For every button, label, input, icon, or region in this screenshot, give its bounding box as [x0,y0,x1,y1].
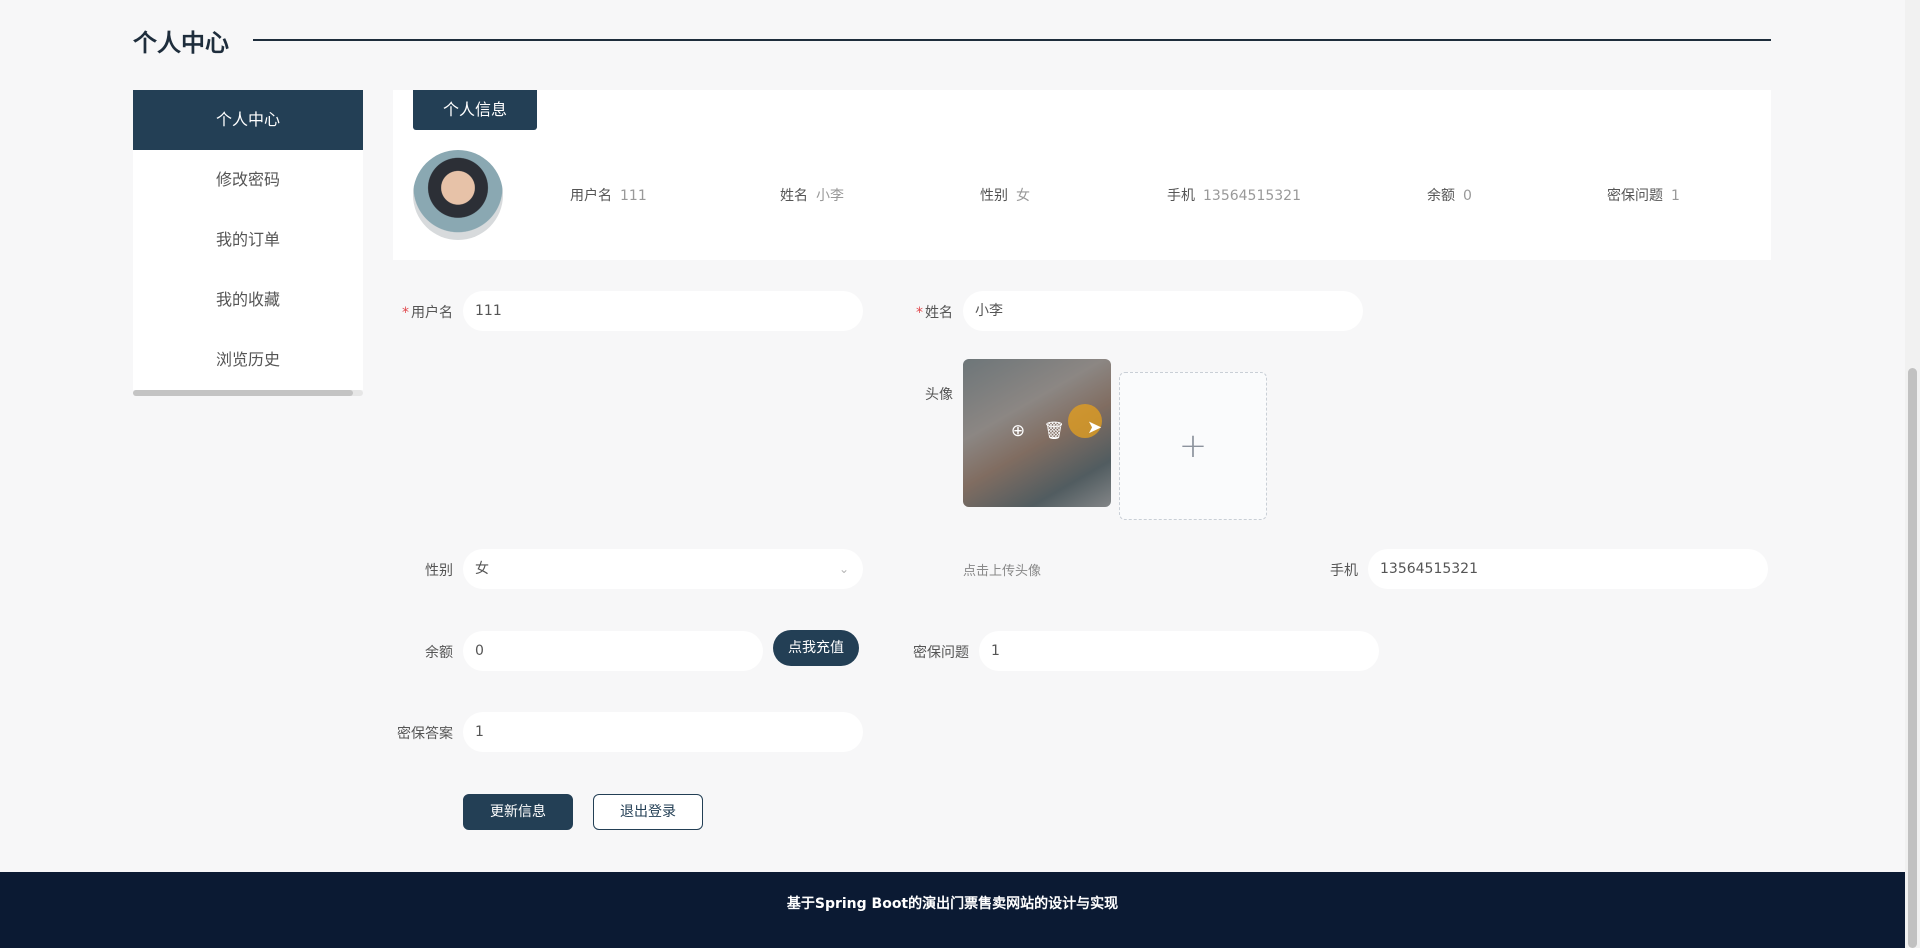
sidebar-item-my-orders[interactable]: 我的订单 [133,210,363,270]
zoom-in-icon[interactable]: ⊕ [1007,420,1029,442]
page-scrollbar-thumb[interactable] [1908,368,1917,948]
security-question-label: 密保问题 [913,645,969,661]
gender-select-value: 女 [475,561,489,577]
info-card-tab[interactable]: 个人信息 [413,90,537,130]
sidebar-item-change-password[interactable]: 修改密码 [133,150,363,210]
page-scrollbar[interactable] [1905,0,1920,948]
logout-button[interactable]: 退出登录 [593,794,703,830]
username-label: * 用户名 [395,302,453,322]
footer-text: 基于Spring Boot的演出门票售卖网站的设计与实现 [786,896,1119,912]
balance-input[interactable] [463,631,763,671]
name-input[interactable] [963,291,1363,331]
sidebar: 个人中心 修改密码 我的订单 我的收藏 浏览历史 [133,90,363,396]
info-value: 女 [1016,188,1030,204]
info-username: 用户名 111 [570,185,647,205]
sidebar-item-browse-history[interactable]: 浏览历史 [133,330,363,390]
plus-icon: + [1178,426,1208,466]
phone-input[interactable] [1368,549,1768,589]
gender-label: 性别 [425,563,453,579]
info-label: 姓名 [780,188,808,204]
avatar-label: 头像 [925,387,953,403]
username-label-text: 用户名 [411,305,453,321]
info-balance: 余额 0 [1427,185,1472,205]
info-phone: 手机 13564515321 [1167,185,1301,205]
name-label: * 姓名 [903,302,953,322]
info-value: 13564515321 [1203,188,1301,204]
sidebar-scrollbar[interactable] [133,390,363,396]
update-info-button[interactable]: 更新信息 [463,794,573,830]
info-value: 111 [620,188,647,204]
info-gender: 性别女 [980,185,1030,205]
username-input[interactable] [463,291,863,331]
required-mark: * [916,305,923,321]
trash-icon[interactable]: 🗑 [1043,420,1065,442]
page-title: 个人中心 [133,28,229,57]
phone-label: 手机 [1330,563,1358,579]
page-header: 个人中心 [133,22,1771,58]
info-security-question: 密保问题 1 [1607,185,1680,205]
info-name: 姓名 小李 [780,185,844,205]
cursor-pointer-icon: ➤ [1087,417,1103,438]
security-answer-label: 密保答案 [397,726,453,742]
avatar-preview[interactable]: ⊕ 🗑 ➤ [963,359,1111,507]
info-label: 余额 [1427,188,1455,204]
required-mark: * [402,305,409,321]
gender-select[interactable]: 女 ⌄ [463,549,863,589]
info-label: 密保问题 [1607,188,1663,204]
profile-info-card: 个人信息 用户名 111 姓名 小李 性别女 手机 13564515321 余额 0 密… [393,90,1771,260]
chevron-down-icon: ⌄ [838,562,849,576]
info-label: 性别 [980,188,1008,204]
sidebar-scrollbar-thumb[interactable] [133,390,353,396]
balance-label: 余额 [425,645,453,661]
recharge-button[interactable]: 点我充值 [773,630,859,666]
sidebar-item-profile[interactable]: 个人中心 [133,90,363,150]
info-label: 用户名 [570,188,612,204]
avatar-upload-box[interactable]: + [1119,372,1267,520]
info-value: 1 [1671,188,1680,204]
sidebar-item-my-favorites[interactable]: 我的收藏 [133,270,363,330]
avatar-upload-hint: 点击上传头像 [963,564,1042,579]
security-answer-input[interactable] [463,712,863,752]
info-label: 手机 [1167,188,1195,204]
footer: 基于Spring Boot的演出门票售卖网站的设计与实现 [0,872,1905,948]
info-value: 0 [1463,188,1472,204]
profile-avatar [413,150,503,240]
name-label-text: 姓名 [925,305,953,321]
title-divider [253,39,1771,41]
security-question-input[interactable] [979,631,1379,671]
info-value: 小李 [816,188,844,204]
